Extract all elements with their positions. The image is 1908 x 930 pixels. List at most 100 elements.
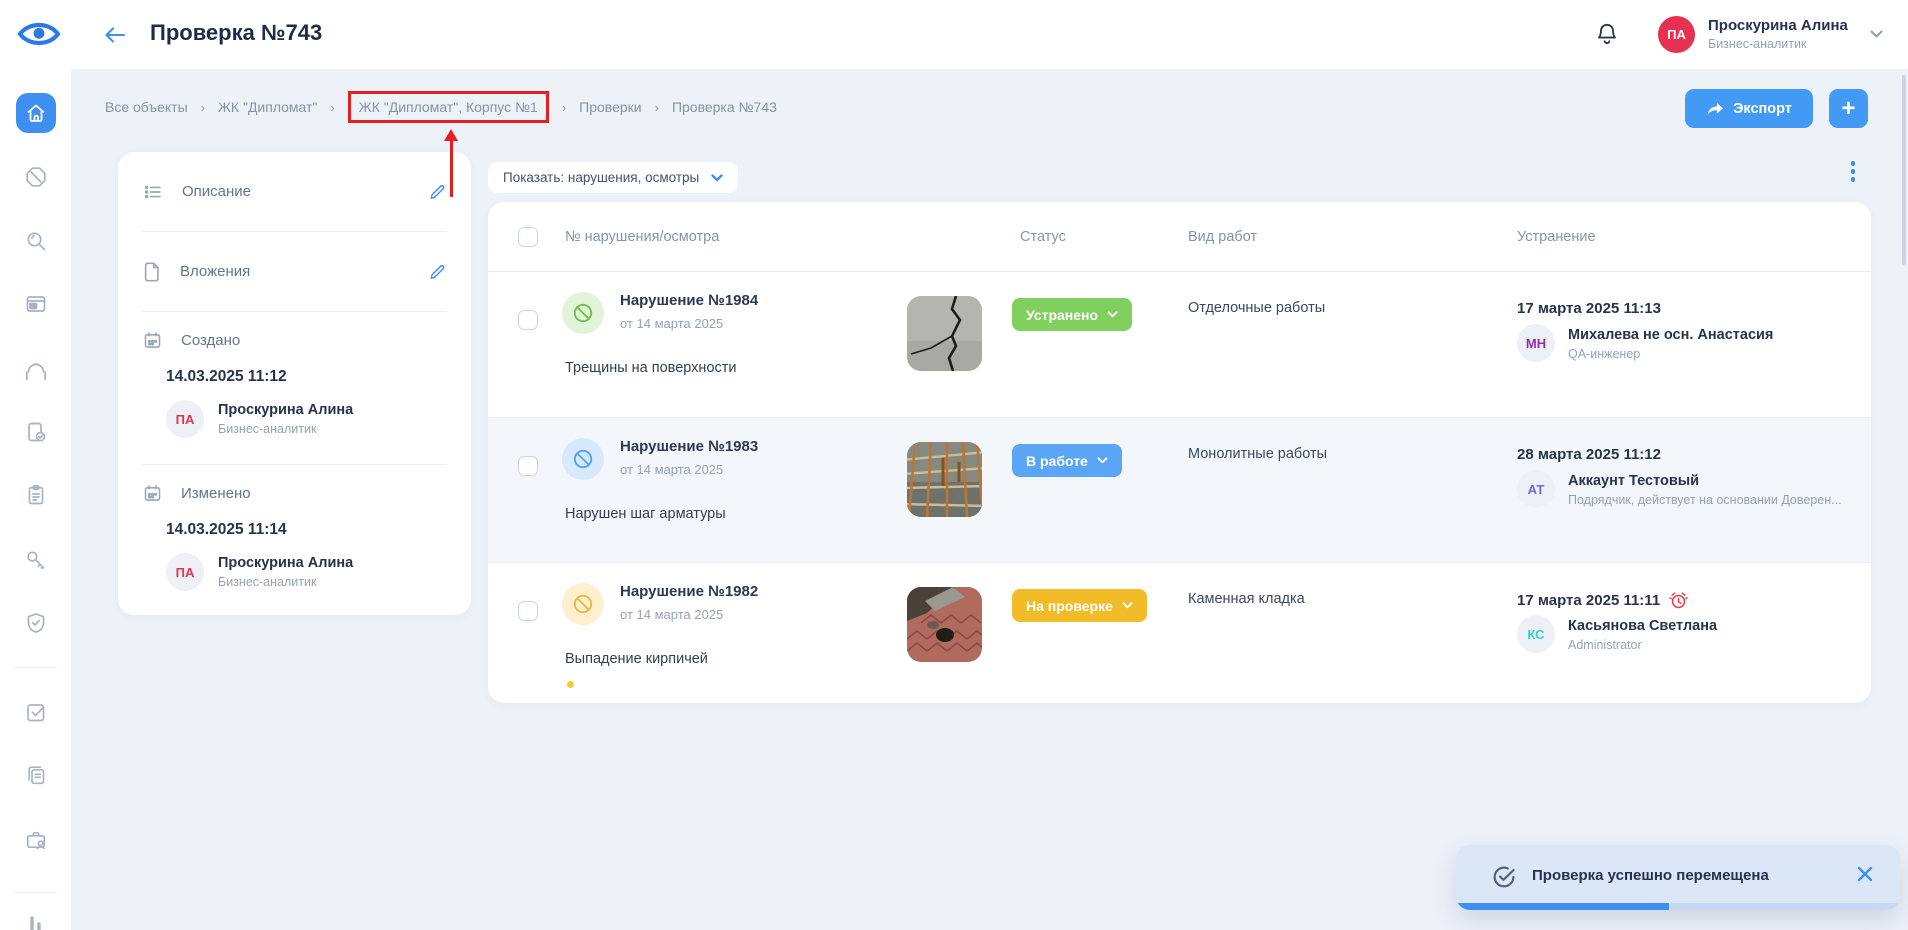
fix-datetime: 17 марта 2025 11:13	[1517, 300, 1661, 317]
sidebar-divider	[14, 892, 57, 893]
sidebar-item-bar-chart[interactable]	[24, 912, 48, 930]
sidebar-item-shield-check[interactable]	[24, 611, 48, 635]
clipboard-list-icon	[24, 483, 48, 507]
violation-photo-thumbnail[interactable]	[907, 442, 982, 517]
sidebar-item-clipboard-list[interactable]	[24, 483, 48, 507]
search-icon	[24, 229, 48, 253]
toast-close-icon[interactable]	[1854, 863, 1876, 885]
clipboard-check-icon	[24, 420, 48, 444]
table-row[interactable]: Нарушение №1982 от 14 марта 2025 Выпаден…	[488, 562, 1871, 703]
violations-table: № нарушения/осмотра Статус Вид работ Уст…	[488, 202, 1871, 703]
work-type: Каменная кладка	[1188, 591, 1305, 607]
sidebar-item-briefcase-user[interactable]	[24, 828, 48, 852]
user-name: Проскурина Алина	[1708, 17, 1848, 34]
notification-bell-icon[interactable]	[1594, 21, 1620, 48]
edit-attachments-pencil-icon[interactable]	[427, 262, 447, 282]
violation-title: Нарушение №1983	[620, 438, 758, 455]
created-user-role: Бизнес-аналитик	[218, 422, 316, 436]
status-dropdown[interactable]: На проверке	[1012, 589, 1147, 622]
sidebar-item-hard-hat[interactable]	[24, 356, 48, 380]
calendar-icon	[142, 330, 163, 351]
fix-user-role: Подрядчик, действует на основании Довере…	[1568, 493, 1842, 507]
bar-chart-icon	[24, 912, 48, 930]
status-dropdown[interactable]: В работе	[1012, 444, 1122, 477]
toast-notification: Проверка успешно перемещена	[1456, 845, 1900, 910]
home-icon	[24, 101, 48, 125]
overdue-alarm-clock-icon	[1669, 591, 1688, 610]
toast-progress-track	[1456, 903, 1900, 910]
row-checkbox[interactable]	[518, 310, 538, 330]
breadcrumb-item[interactable]: ЖК "Дипломат"	[218, 99, 317, 115]
breadcrumb-separator: ›	[201, 100, 205, 115]
breadcrumb-separator: ›	[330, 100, 334, 115]
prohibition-icon	[562, 292, 604, 334]
sidebar-divider	[14, 667, 57, 668]
vertical-scrollbar-thumb[interactable]	[1902, 75, 1906, 265]
violation-date: от 14 марта 2025	[620, 607, 723, 622]
add-button[interactable]: +	[1829, 89, 1868, 128]
sidebar-item-key[interactable]	[24, 548, 48, 572]
status-dropdown[interactable]: Устранено	[1012, 298, 1132, 331]
chevron-down-icon	[1122, 602, 1133, 609]
top-bar: Проверка №743 ПА Проскурина Алина Бизнес…	[0, 0, 1908, 69]
breadcrumb-item[interactable]: Все объекты	[105, 99, 188, 115]
fix-user-role: QA-инженер	[1568, 347, 1640, 361]
prohibition-icon	[24, 165, 48, 189]
violation-description: Нарушен шаг арматуры	[565, 506, 726, 522]
modified-user-role: Бизнес-аналитик	[218, 575, 316, 589]
briefcase-user-icon	[24, 828, 48, 852]
sidebar-item-clipboard-check[interactable]	[24, 420, 48, 444]
row-checkbox[interactable]	[518, 601, 538, 621]
prohibition-icon	[562, 438, 604, 480]
table-kebab-menu-icon[interactable]	[1847, 161, 1859, 185]
fix-user-name: Касьянова Светлана	[1568, 618, 1717, 634]
breadcrumb-item-highlighted[interactable]: ЖК "Дипломат", Корпус №1	[348, 91, 549, 123]
toast-progress-fill	[1456, 903, 1669, 910]
chevron-down-icon	[1107, 311, 1118, 318]
table-row[interactable]: Нарушение №1983 от 14 марта 2025 Нарушен…	[488, 417, 1871, 562]
violation-photo-thumbnail[interactable]	[907, 587, 982, 662]
status-label: В работе	[1026, 453, 1088, 469]
avatar: КС	[1517, 615, 1555, 653]
violation-photo-thumbnail[interactable]	[907, 296, 982, 371]
fix-user-role: Administrator	[1568, 638, 1642, 652]
created-label: Создано	[181, 332, 240, 349]
window-icon	[24, 292, 48, 316]
sidebar-item-search[interactable]	[24, 229, 48, 253]
violation-date: от 14 марта 2025	[620, 316, 723, 331]
edit-description-pencil-icon[interactable]	[427, 182, 447, 202]
sidebar-item-prohibition[interactable]	[24, 165, 48, 189]
status-label: На проверке	[1026, 598, 1113, 614]
plus-icon: +	[1841, 95, 1855, 123]
app-logo-eye-icon[interactable]	[16, 17, 62, 51]
modified-label: Изменено	[181, 485, 251, 502]
sidebar-item-copy-documents[interactable]	[24, 763, 48, 787]
table-row[interactable]: Нарушение №1984 от 14 марта 2025 Трещины…	[488, 272, 1871, 417]
avatar: АТ	[1517, 470, 1555, 508]
sidebar	[0, 69, 71, 930]
column-header: Вид работ	[1188, 229, 1257, 245]
back-arrow-icon[interactable]	[103, 23, 127, 47]
breadcrumb-item[interactable]: Проверки	[579, 99, 641, 115]
sidebar-item-home[interactable]	[16, 93, 56, 133]
created-header: Создано	[142, 328, 447, 352]
modified-header: Изменено	[142, 481, 447, 505]
select-all-checkbox[interactable]	[518, 227, 538, 247]
list-icon	[142, 181, 164, 203]
shield-check-icon	[24, 611, 48, 635]
fix-user-name: Аккаунт Тестовый	[1568, 473, 1699, 489]
divider	[142, 464, 447, 465]
row-checkbox[interactable]	[518, 456, 538, 476]
user-menu[interactable]: ПА Проскурина Алина Бизнес-аналитик	[1658, 14, 1888, 56]
show-filter-dropdown[interactable]: Показать: нарушения, осмотры	[488, 162, 738, 193]
prohibition-icon	[562, 583, 604, 625]
breadcrumb-separator: ›	[655, 100, 659, 115]
avatar: МН	[1517, 324, 1555, 362]
sidebar-item-window[interactable]	[24, 292, 48, 316]
sidebar-item-checkbox[interactable]	[24, 700, 48, 724]
divider	[142, 311, 447, 312]
fix-datetime: 17 марта 2025 11:11	[1517, 591, 1688, 610]
avatar: ПА	[166, 400, 204, 438]
export-button[interactable]: Экспорт	[1685, 89, 1813, 128]
violation-date: от 14 марта 2025	[620, 462, 723, 477]
